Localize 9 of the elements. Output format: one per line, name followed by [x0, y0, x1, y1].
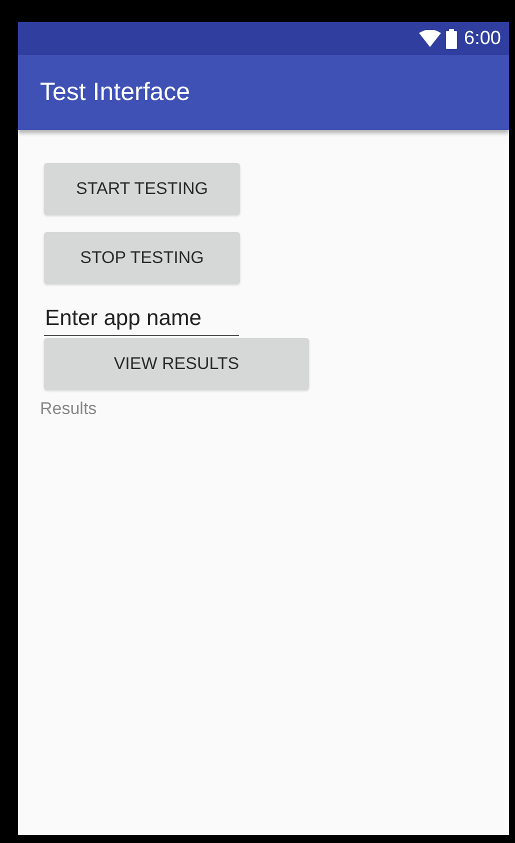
app-name-field[interactable]: Enter app name: [44, 305, 239, 336]
status-time: 6:00: [464, 28, 501, 50]
wifi-icon: [419, 30, 442, 47]
battery-icon: [446, 28, 458, 48]
test-button[interactable]: STOP TESTING: [44, 232, 240, 284]
app-title: Test Interface: [40, 78, 190, 107]
test-button[interactable]: START TESTING: [44, 163, 240, 215]
view-results-button[interactable]: VIEW RESULTS: [44, 338, 309, 390]
results-text: Results: [40, 399, 97, 419]
